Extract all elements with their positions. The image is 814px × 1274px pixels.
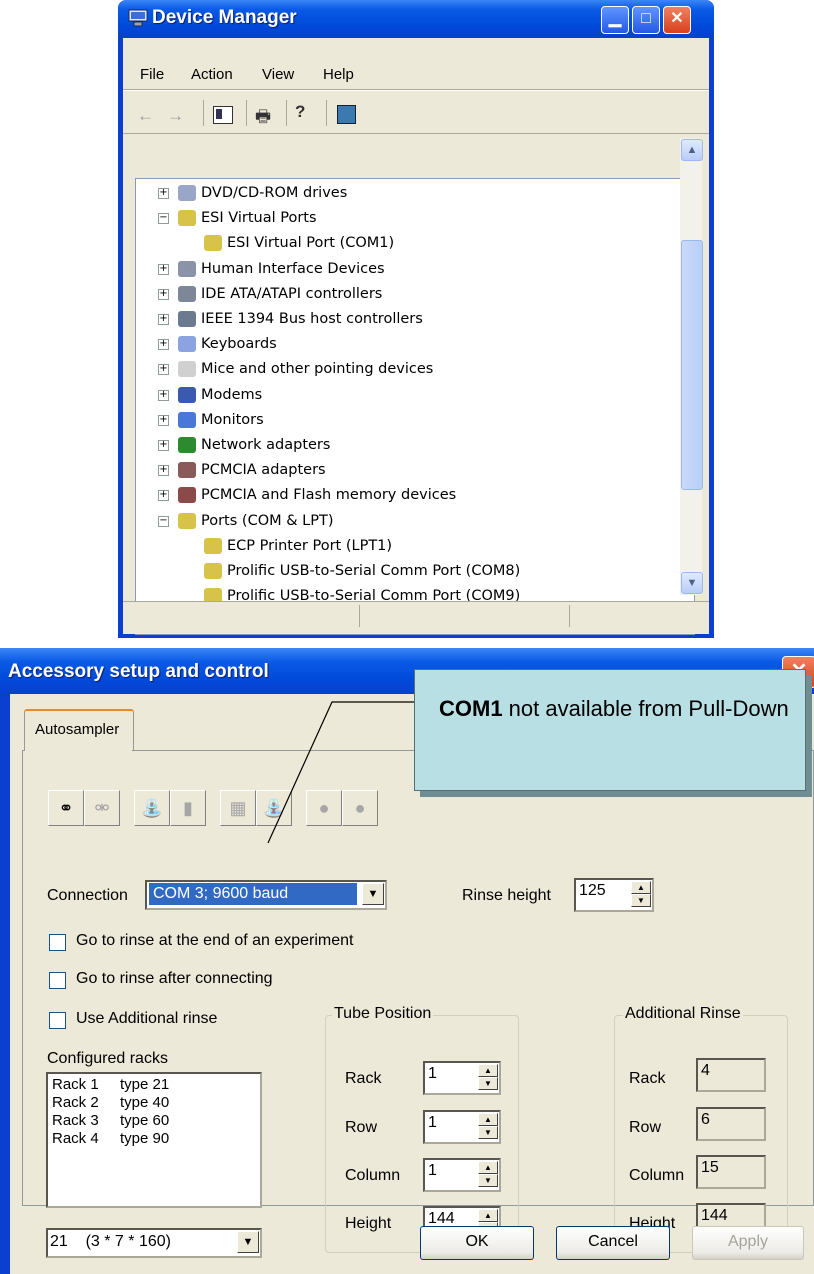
callout-pointer bbox=[267, 701, 415, 844]
callout-highlight: COM1 bbox=[439, 696, 503, 721]
callout-box: COM1 not available from Pull-Down bbox=[414, 669, 806, 791]
callout-text: not available from Pull-Down bbox=[502, 696, 789, 721]
